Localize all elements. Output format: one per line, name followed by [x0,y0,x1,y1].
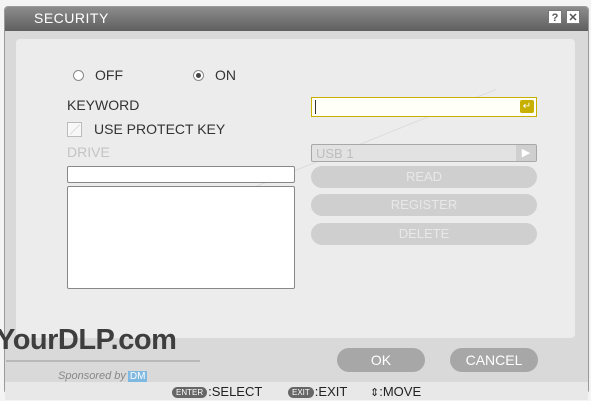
watermark-sponsor: Sponsored by DM [58,370,148,382]
move-hint-text: :MOVE [379,384,422,399]
keyword-input[interactable]: ↵ [311,97,537,117]
chevron-right-icon[interactable]: ▶ [516,145,536,161]
keyword-label: KEYWORD [67,97,140,113]
enter-key-icon: ENTER [172,387,208,399]
watermark-underline [6,360,200,362]
off-radio[interactable] [73,70,84,81]
help-button[interactable]: ? [548,10,562,24]
exit-hint: EXIT:EXIT [288,384,347,399]
use-protect-key-checkbox[interactable] [67,122,82,137]
use-protect-key-label: USE PROTECT KEY [94,121,226,137]
dialog-title: SECURITY [34,10,109,26]
delete-button[interactable]: DELETE [311,223,537,245]
register-button[interactable]: REGISTER [311,194,537,216]
move-hint: ⇕:MOVE [370,384,421,399]
enter-icon[interactable]: ↵ [520,100,534,113]
drive-select[interactable]: USB 1 ▶ [311,144,537,162]
text-caret [315,100,316,114]
drive-input[interactable] [67,166,295,183]
on-radio[interactable] [193,70,204,81]
drive-label: DRIVE [67,144,110,160]
watermark-sponsor-text: Sponsored by [58,370,126,382]
sponsor-logo: DM [127,371,148,382]
exit-hint-text: :EXIT [314,384,348,399]
select-hint: ENTER:SELECT [172,384,262,399]
watermark-site: YourDLP.com [0,324,177,356]
move-icon: ⇕ [370,387,380,399]
drive-file-list[interactable] [67,186,295,289]
exit-key-icon: EXIT [288,387,314,399]
select-hint-text: :SELECT [208,384,263,399]
cancel-button[interactable]: CANCEL [450,348,538,372]
close-button[interactable]: ✕ [566,10,580,24]
off-label: OFF [95,67,123,83]
read-button[interactable]: READ [311,166,537,188]
drive-select-value: USB 1 [316,146,354,161]
on-label: ON [215,67,236,83]
ok-button[interactable]: OK [337,348,425,372]
